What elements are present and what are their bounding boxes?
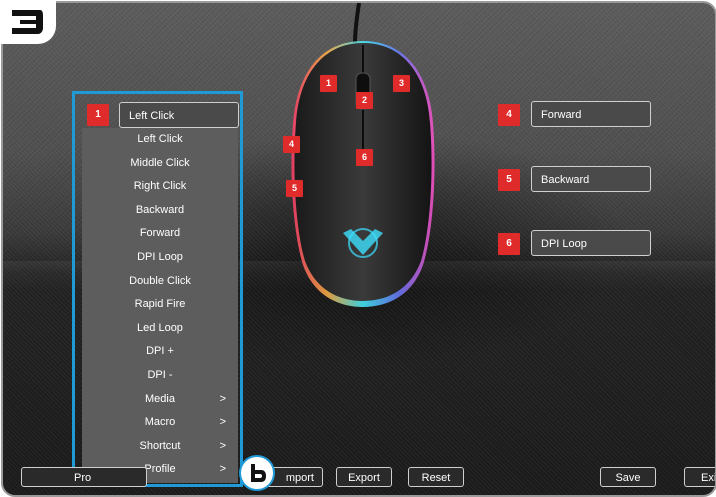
marker-5: 5 xyxy=(286,180,303,197)
button-4-number: 4 xyxy=(498,104,520,126)
button-6-select[interactable]: DPI Loop xyxy=(531,230,651,256)
reset-button[interactable]: Reset xyxy=(408,467,464,487)
button-4-select[interactable]: Forward xyxy=(531,101,651,127)
exit-button[interactable]: Exi xyxy=(684,467,715,487)
save-button[interactable]: Save xyxy=(600,467,656,487)
step-3-badge: 3 xyxy=(0,0,56,44)
button-5-number: 5 xyxy=(498,169,520,191)
button-5-select[interactable]: Backward xyxy=(531,166,651,192)
app-window: 1 2 3 4 5 6 1 Left Click Left Click Middl… xyxy=(1,1,716,497)
profile-button[interactable]: Pro xyxy=(21,467,147,487)
marker-2: 2 xyxy=(356,92,373,109)
button-6-number: 6 xyxy=(498,233,520,255)
marker-1: 1 xyxy=(320,75,337,92)
callout-b-icon: b xyxy=(239,455,275,491)
highlight-box xyxy=(72,91,243,487)
marker-4: 4 xyxy=(283,136,300,153)
export-button[interactable]: Export xyxy=(336,467,392,487)
marker-6: 6 xyxy=(356,149,373,166)
marker-3: 3 xyxy=(393,75,410,92)
